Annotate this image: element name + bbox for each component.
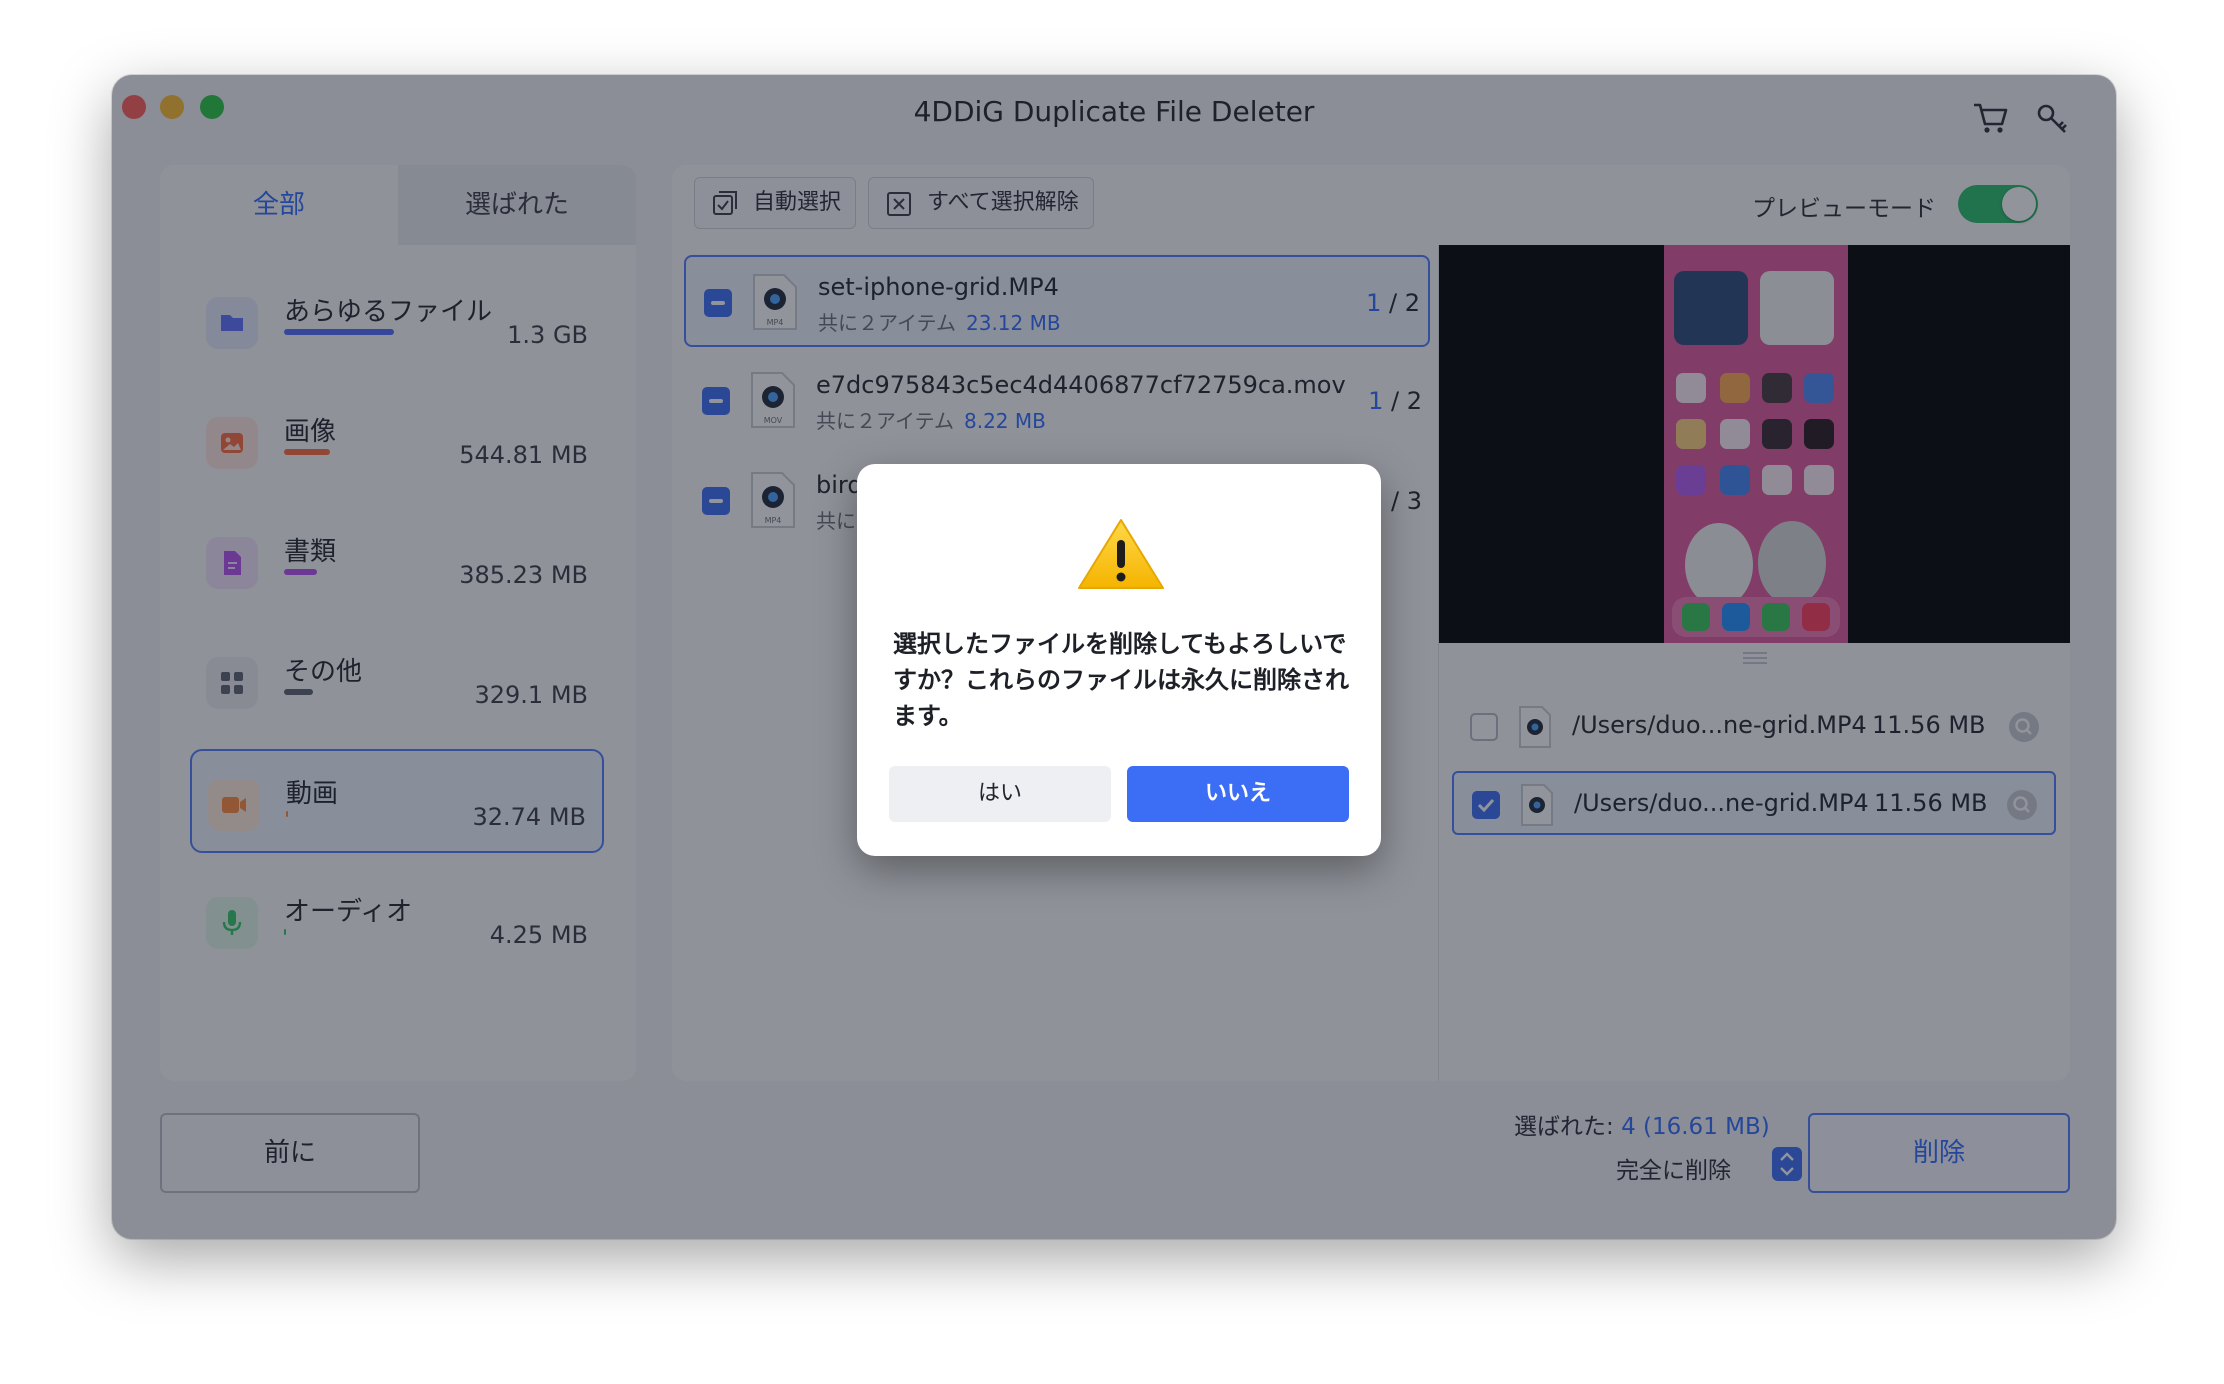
dialog-no-button[interactable]: いいえ bbox=[1127, 766, 1349, 822]
warning-icon bbox=[1078, 519, 1164, 589]
delete-confirmation-dialog: 選択したファイルを削除してもよろしいですか？これらのファイルは永久に削除されます… bbox=[857, 464, 1381, 856]
dialog-yes-button[interactable]: はい bbox=[889, 766, 1111, 822]
dialog-message: 選択したファイルを削除してもよろしいですか？これらのファイルは永久に削除されます… bbox=[893, 630, 1349, 730]
